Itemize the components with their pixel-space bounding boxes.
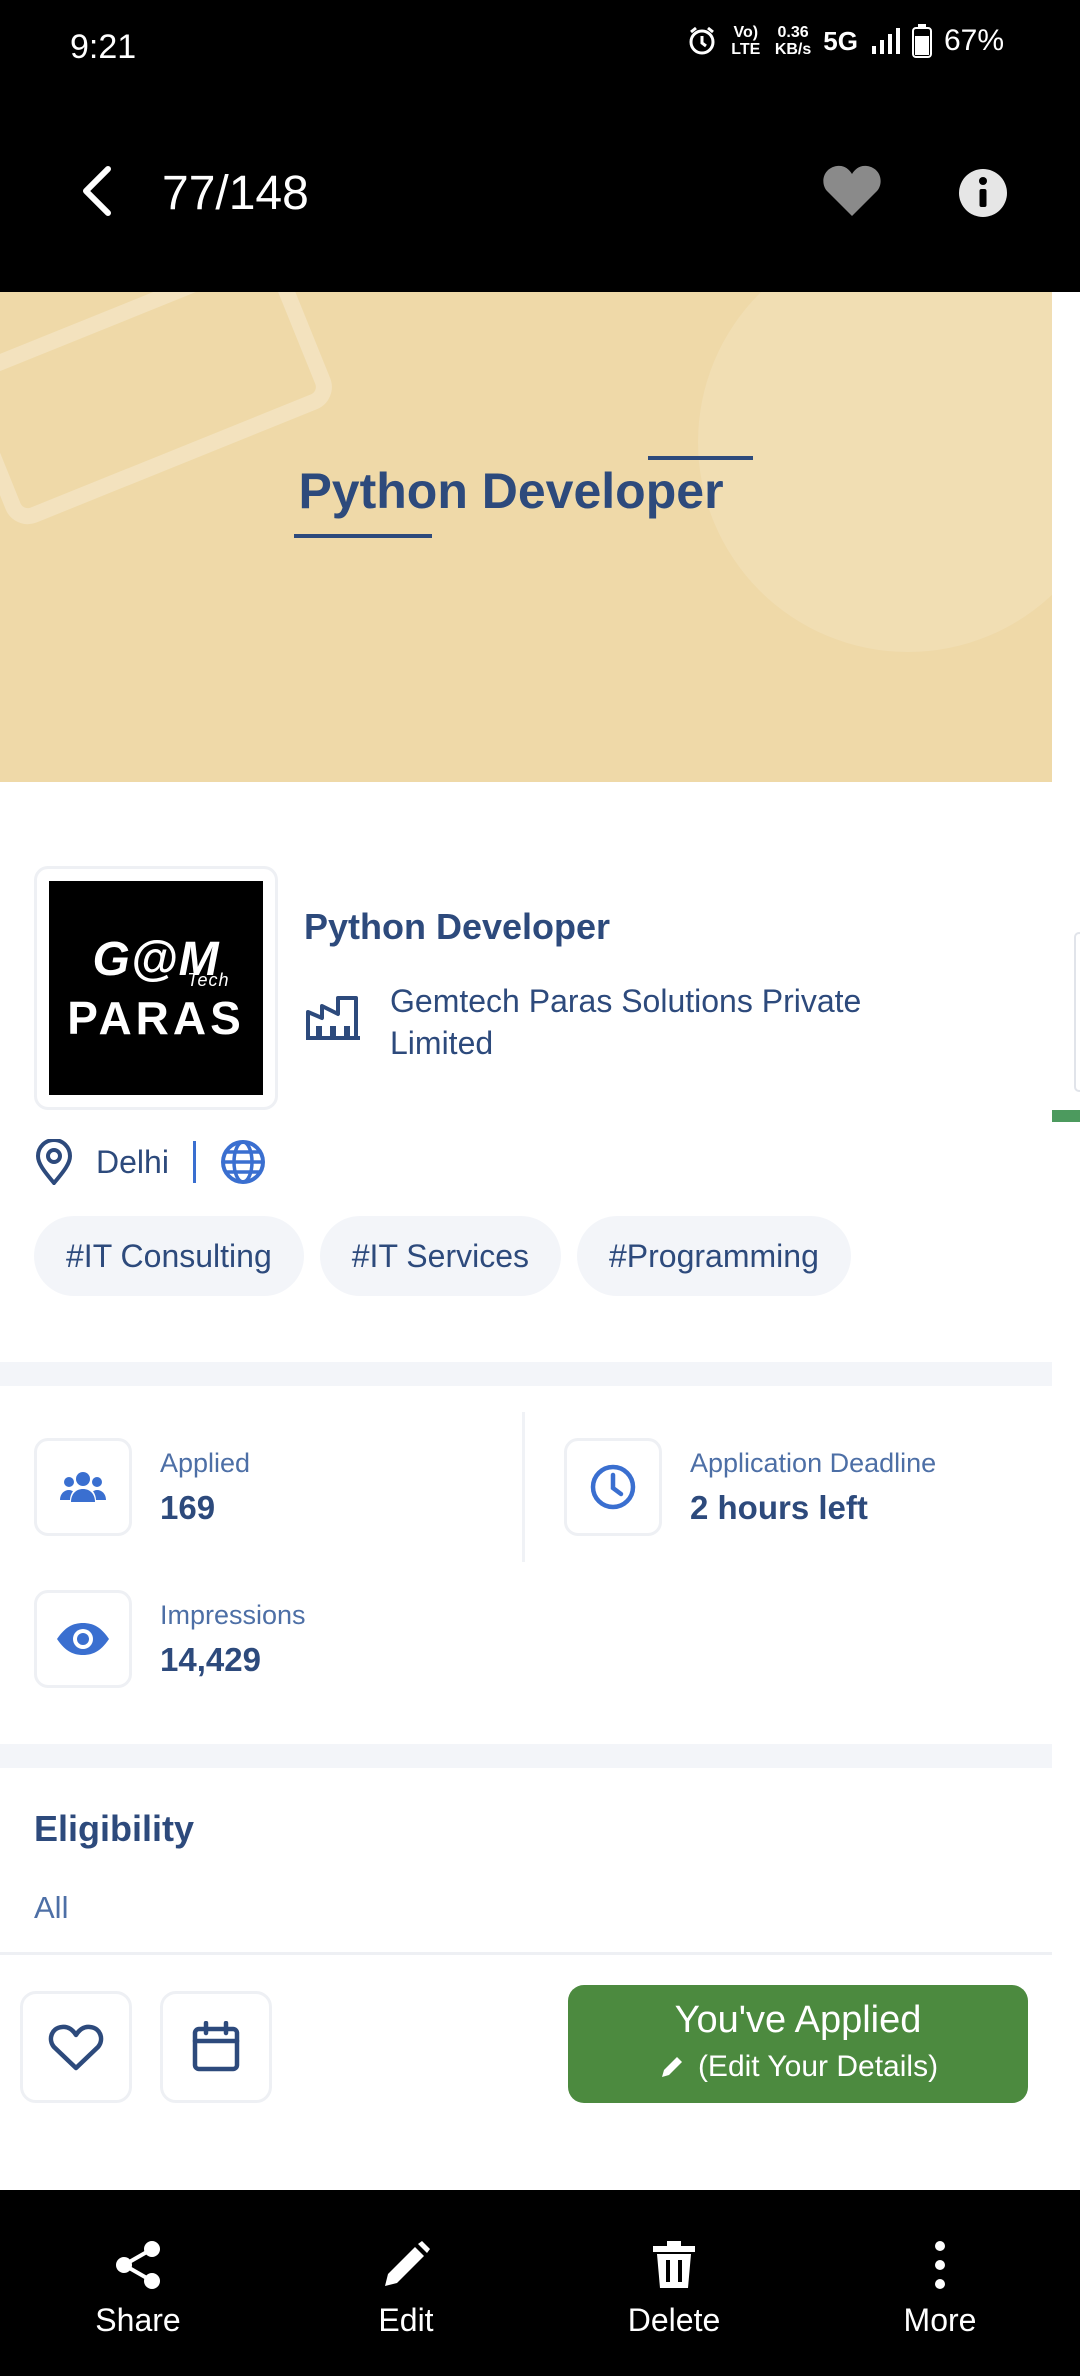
stat-separator bbox=[522, 1412, 525, 1562]
company-logo: G@M Tech PARAS bbox=[34, 866, 278, 1110]
impressions-label: Impressions bbox=[160, 1599, 306, 1630]
logo-tech: Tech bbox=[187, 969, 230, 990]
banner-accent-line bbox=[648, 456, 753, 460]
net-speed-value: 0.36 bbox=[777, 24, 809, 41]
deadline-value: 2 hours left bbox=[690, 1488, 868, 1526]
job-banner: Python Developer bbox=[0, 292, 1052, 782]
top-app-bar: 77/148 bbox=[0, 96, 1080, 292]
more-vertical-icon bbox=[935, 2241, 945, 2289]
next-card-edge bbox=[1074, 932, 1080, 1092]
banner-title: Python Developer bbox=[298, 463, 724, 519]
item-counter: 77/148 bbox=[162, 167, 309, 220]
favorite-button[interactable] bbox=[822, 162, 882, 223]
edit-button[interactable]: Edit bbox=[306, 2240, 506, 2339]
impressions-stat: Impressions 14,429 bbox=[34, 1590, 306, 1688]
status-icons: Vo) LTE 0.36 KB/s 5G 67% bbox=[687, 24, 1004, 58]
location-text: Delhi bbox=[96, 1143, 169, 1180]
location-separator bbox=[192, 1141, 196, 1183]
eligibility-value: All bbox=[34, 1890, 69, 1925]
logo-line2: PARAS bbox=[67, 991, 245, 1044]
banner-accent-line bbox=[294, 534, 432, 538]
calendar-icon bbox=[192, 2021, 240, 2072]
volte-indicator: Vo) LTE bbox=[731, 24, 761, 58]
status-bar: 9:21 Vo) LTE 0.36 KB/s 5G 67% bbox=[0, 0, 1080, 96]
status-time: 9:21 bbox=[70, 28, 137, 66]
applied-edit-details-button[interactable]: You've Applied (Edit Your Details) bbox=[568, 1985, 1028, 2103]
tag-list: #IT Consulting #IT Services #Programming bbox=[34, 1216, 851, 1296]
applied-subtitle-row: (Edit Your Details) bbox=[568, 2050, 1028, 2084]
battery-icon bbox=[911, 24, 932, 58]
company-building-icon bbox=[304, 994, 360, 1045]
eligibility-title: Eligibility bbox=[34, 1808, 195, 1849]
people-icon bbox=[60, 1472, 106, 1502]
signal-icon bbox=[870, 26, 900, 56]
bottom-action-nav: Share Edit Delete More bbox=[0, 2190, 1080, 2376]
back-button[interactable] bbox=[72, 156, 122, 226]
location-row: Delhi bbox=[34, 1134, 266, 1190]
battery-level: 67% bbox=[943, 24, 1004, 57]
company-name[interactable]: Gemtech Paras Solutions Private Limited bbox=[390, 980, 950, 1064]
applied-subtitle: (Edit Your Details) bbox=[697, 2050, 939, 2083]
tag-chip[interactable]: #IT Consulting bbox=[34, 1216, 304, 1296]
deadline-stat-icon-box bbox=[564, 1438, 662, 1536]
info-button[interactable] bbox=[958, 168, 1008, 223]
eye-icon bbox=[57, 1623, 109, 1655]
next-card-accent bbox=[1052, 1110, 1080, 1122]
applied-stat-icon-box bbox=[34, 1438, 132, 1536]
tag-chip[interactable]: #IT Services bbox=[319, 1216, 561, 1296]
heart-outline-icon bbox=[48, 2024, 104, 2071]
heart-icon bbox=[823, 165, 881, 216]
delete-button[interactable]: Delete bbox=[574, 2240, 774, 2339]
trash-icon bbox=[653, 2241, 695, 2288]
impressions-value: 14,429 bbox=[160, 1640, 261, 1678]
applied-stat: Applied 169 bbox=[34, 1438, 250, 1536]
job-action-bar: You've Applied (Edit Your Details) bbox=[0, 1952, 1052, 2190]
share-icon bbox=[116, 2241, 160, 2289]
impressions-stat-icon-box bbox=[34, 1590, 132, 1688]
share-label: Share bbox=[95, 2302, 181, 2338]
globe-icon[interactable] bbox=[220, 1139, 266, 1185]
more-label: More bbox=[903, 2302, 977, 2338]
share-button[interactable]: Share bbox=[38, 2240, 238, 2339]
logo-text-gem: G@M Tech bbox=[92, 932, 228, 990]
net-speed: 0.36 KB/s bbox=[775, 24, 811, 58]
job-title: Python Developer bbox=[304, 906, 611, 947]
edit-label: Edit bbox=[378, 2302, 434, 2338]
location-pin-icon bbox=[35, 1139, 73, 1185]
clock-icon bbox=[590, 1464, 636, 1510]
company-logo-image: G@M Tech PARAS bbox=[49, 881, 263, 1095]
delete-label: Delete bbox=[627, 2302, 721, 2338]
applied-title: You've Applied bbox=[674, 1999, 922, 2041]
applied-label: Applied bbox=[160, 1447, 251, 1478]
section-divider bbox=[0, 1744, 1052, 1768]
applied-value: 169 bbox=[160, 1488, 216, 1526]
deadline-label: Application Deadline bbox=[690, 1447, 937, 1478]
tag-chip[interactable]: #Programming bbox=[577, 1216, 851, 1296]
deadline-stat: Application Deadline 2 hours left bbox=[564, 1438, 936, 1536]
pencil-icon bbox=[661, 2057, 682, 2077]
calendar-button[interactable] bbox=[160, 1991, 272, 2103]
alarm-icon bbox=[687, 26, 717, 56]
edit-pencil-icon bbox=[385, 2241, 430, 2286]
net-speed-unit: KB/s bbox=[774, 41, 812, 58]
section-divider bbox=[0, 1362, 1052, 1386]
network-type: 5G bbox=[823, 25, 858, 56]
back-arrow-icon bbox=[83, 166, 111, 216]
save-job-button[interactable] bbox=[20, 1991, 132, 2103]
info-icon bbox=[959, 169, 1007, 217]
more-button[interactable]: More bbox=[840, 2240, 1040, 2339]
